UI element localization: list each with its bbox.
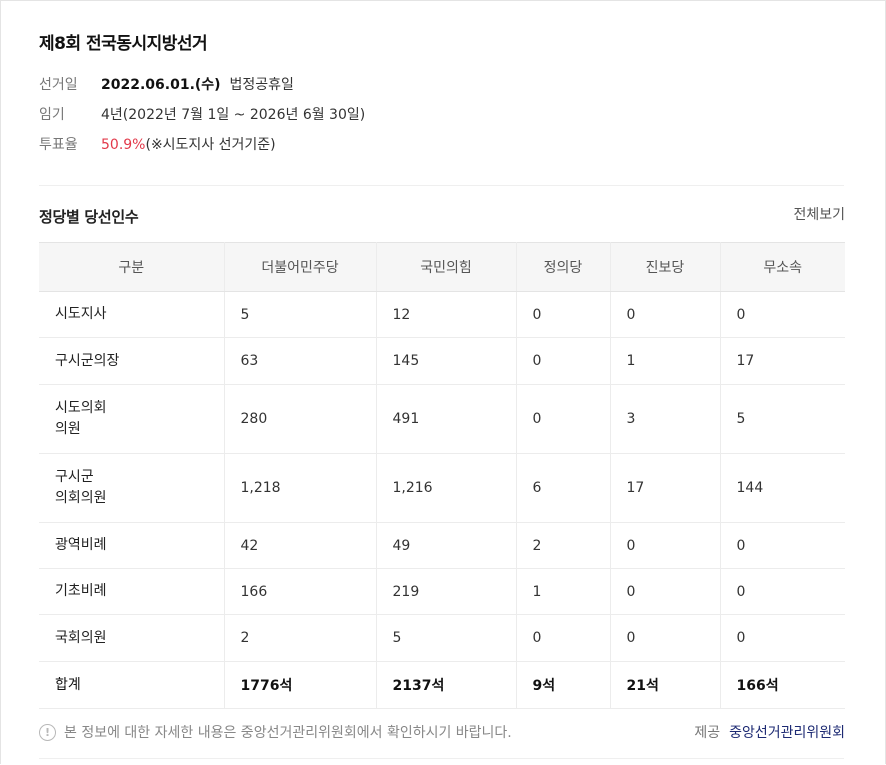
row-category: 시도의회 의원	[39, 384, 225, 454]
row-category: 기초비례	[39, 568, 225, 615]
table-cell: 1	[610, 337, 721, 385]
total-label: 합계	[39, 661, 225, 709]
footer-notice-text: 본 정보에 대한 자세한 내용은 중앙선거관리위원회에서 확인하시기 바랍니다.	[64, 725, 512, 741]
table-cell: 219	[376, 568, 517, 615]
turnout-value: 50.9%	[101, 137, 146, 153]
header-category: 구분	[39, 242, 225, 292]
table-cell: 0	[516, 614, 611, 662]
total-row: 합계 1776석 2137석 9석 21석 166석	[39, 661, 845, 709]
table-cell: 0	[610, 568, 721, 615]
header-party: 정의당	[516, 242, 611, 292]
bottom-divider	[39, 758, 844, 759]
election-title: 제8회 전국동시지방선거	[39, 34, 208, 54]
table-cell: 6	[516, 453, 611, 523]
table-cell: 5	[376, 614, 517, 662]
row-category: 구시군의장	[39, 337, 225, 385]
provider-link[interactable]: 중앙선거관리위원회	[729, 725, 845, 741]
term-label: 임기	[39, 107, 65, 123]
row-category: 국회의원	[39, 614, 225, 662]
table-cell: 63	[224, 337, 377, 385]
table-cell: 5	[224, 291, 377, 338]
table-cell: 0	[720, 614, 845, 662]
table-cell: 1,218	[224, 453, 377, 523]
turnout-note: (※시도지사 선거기준)	[145, 137, 276, 153]
footer-notice: ! 본 정보에 대한 자세한 내용은 중앙선거관리위원회에서 확인하시기 바랍니…	[39, 722, 512, 742]
total-cell: 2137석	[376, 661, 517, 709]
election-day-row: 선거일 2022.06.01.(수) 법정공휴일	[39, 74, 294, 94]
table-cell: 17	[720, 337, 845, 385]
table-cell: 2	[516, 522, 611, 569]
table-cell: 0	[610, 522, 721, 569]
header-party: 국민의힘	[376, 242, 517, 292]
total-cell: 21석	[610, 661, 721, 709]
table-cell: 42	[224, 522, 377, 569]
table-cell: 0	[516, 291, 611, 338]
table-cell: 0	[516, 337, 611, 385]
table-cell: 144	[720, 453, 845, 523]
total-cell: 166석	[720, 661, 845, 709]
view-all-link[interactable]: 전체보기	[793, 204, 845, 224]
table-row: 구시군 의회의원 1,218 1,216 6 17 144	[39, 453, 845, 523]
provider: 제공 중앙선거관리위원회	[694, 722, 845, 742]
table-cell: 5	[720, 384, 845, 454]
table-cell: 280	[224, 384, 377, 454]
table-cell: 0	[610, 614, 721, 662]
table-row: 국회의원 2 5 0 0 0	[39, 614, 845, 662]
table-row: 구시군의장 63 145 0 1 17	[39, 337, 845, 385]
term-value: 4년(2022년 7월 1일 ~ 2026년 6월 30일)	[101, 107, 366, 123]
table-cell: 166	[224, 568, 377, 615]
table-row: 시도지사 5 12 0 0 0	[39, 291, 845, 338]
table-cell: 17	[610, 453, 721, 523]
table-header-row: 구분 더불어민주당 국민의힘 정의당 진보당 무소속	[39, 242, 845, 292]
election-day-note: 법정공휴일	[229, 77, 294, 93]
total-cell: 1776석	[224, 661, 377, 709]
table-cell: 3	[610, 384, 721, 454]
results-table: 구분 더불어민주당 국민의힘 정의당 진보당 무소속 시도지사 5 12 0 0…	[39, 242, 845, 709]
table-cell: 0	[720, 291, 845, 338]
term-row: 임기 4년(2022년 7월 1일 ~ 2026년 6월 30일)	[39, 104, 365, 124]
table-cell: 491	[376, 384, 517, 454]
header-party: 더불어민주당	[224, 242, 377, 292]
table-cell: 1,216	[376, 453, 517, 523]
table-cell: 2	[224, 614, 377, 662]
election-day-value: 2022.06.01.(수)	[101, 77, 221, 93]
divider	[39, 185, 844, 186]
row-category: 광역비례	[39, 522, 225, 569]
table-cell: 0	[516, 384, 611, 454]
row-category: 구시군 의회의원	[39, 453, 225, 523]
table-cell: 1	[516, 568, 611, 615]
info-exclamation-icon: !	[39, 723, 56, 741]
table-cell: 12	[376, 291, 517, 338]
turnout-label: 투표율	[39, 137, 78, 153]
table-row: 기초비례 166 219 1 0 0	[39, 568, 845, 615]
table-row: 시도의회 의원 280 491 0 3 5	[39, 384, 845, 454]
election-day-label: 선거일	[39, 77, 78, 93]
row-category: 시도지사	[39, 291, 225, 338]
turnout-row: 투표율 50.9%(※시도지사 선거기준)	[39, 134, 276, 154]
header-party: 진보당	[610, 242, 721, 292]
table-cell: 0	[720, 522, 845, 569]
table-cell: 49	[376, 522, 517, 569]
provider-label: 제공	[694, 725, 721, 741]
table-row: 광역비례 42 49 2 0 0	[39, 522, 845, 569]
table-cell: 0	[610, 291, 721, 338]
header-party: 무소속	[720, 242, 845, 292]
section-title: 정당별 당선인수	[39, 208, 139, 226]
table-cell: 0	[720, 568, 845, 615]
total-cell: 9석	[516, 661, 611, 709]
table-cell: 145	[376, 337, 517, 385]
